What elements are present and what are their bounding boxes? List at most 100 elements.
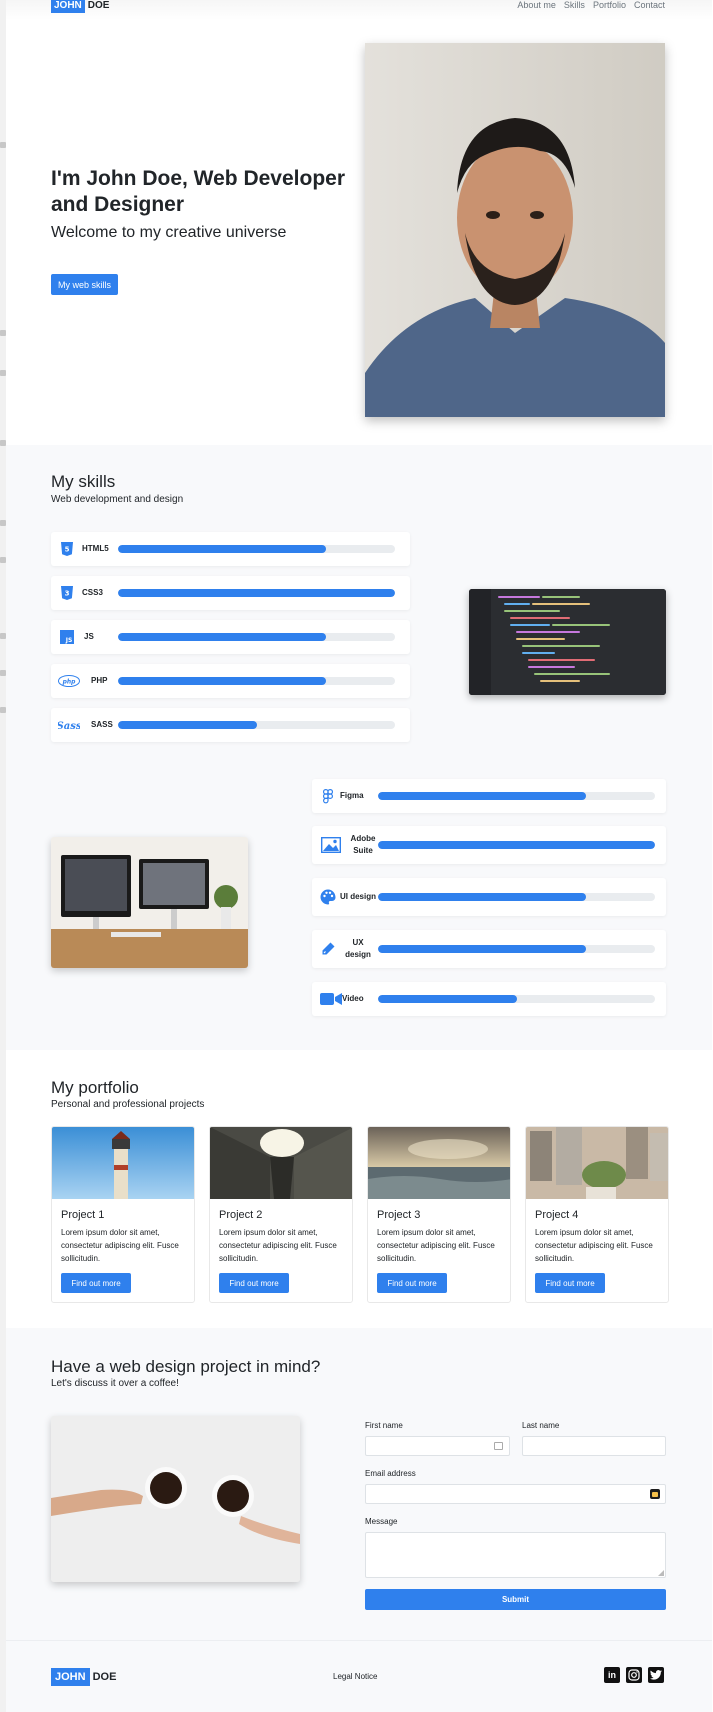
skills-subtitle: Web development and design bbox=[51, 494, 184, 505]
skill-label: Video bbox=[342, 994, 364, 1003]
skill-bar bbox=[378, 792, 655, 800]
svg-text:php: php bbox=[62, 679, 77, 686]
skill-bar-fill bbox=[378, 893, 586, 901]
find-out-more-button[interactable]: Find out more bbox=[219, 1273, 289, 1293]
last-name-input[interactable] bbox=[522, 1436, 666, 1456]
svg-text:JS: JS bbox=[65, 637, 73, 644]
project-card: Project 2 Lorem ipsum dolor sit amet, co… bbox=[209, 1126, 353, 1303]
project-title: Project 3 bbox=[377, 1209, 421, 1221]
skill-label: PHP bbox=[91, 676, 108, 685]
find-out-more-button[interactable]: Find out more bbox=[61, 1273, 131, 1293]
contact-title: Have a web design project in mind? bbox=[51, 1357, 321, 1376]
svg-text:5: 5 bbox=[65, 546, 70, 554]
footer-brand-box: JOHN bbox=[51, 1668, 90, 1686]
project-description: Lorem ipsum dolor sit amet, consectetur … bbox=[535, 1228, 653, 1263]
skill-bar-fill bbox=[378, 995, 517, 1003]
skill-row-ux-design: UX design bbox=[312, 930, 666, 968]
skill-bar bbox=[118, 721, 395, 729]
linkedin-icon[interactable]: in bbox=[604, 1667, 620, 1683]
hero-title: I'm John Doe, Web Developer and Designer bbox=[51, 167, 345, 216]
project-card: Project 1 Lorem ipsum dolor sit amet, co… bbox=[51, 1126, 195, 1303]
skill-bar-fill bbox=[118, 589, 395, 597]
autofill-card-icon bbox=[494, 1442, 503, 1450]
project-image-city bbox=[526, 1127, 668, 1199]
twitter-icon[interactable] bbox=[648, 1667, 664, 1683]
portrait-photo bbox=[365, 43, 665, 417]
project-description: Lorem ipsum dolor sit amet, consectetur … bbox=[219, 1228, 337, 1263]
skill-label: JS bbox=[84, 632, 94, 641]
skill-row-css3: 3 CSS3 bbox=[51, 576, 410, 610]
portfolio-title: My portfolio bbox=[51, 1078, 139, 1097]
nav-link-portfolio[interactable]: Portfolio bbox=[593, 0, 626, 10]
skill-row-ui-design: UI design bbox=[312, 878, 666, 916]
skill-label: Adobe Suite bbox=[350, 834, 376, 855]
js-icon: JS bbox=[59, 629, 75, 645]
php-icon: php bbox=[58, 673, 80, 689]
project-image-sea bbox=[368, 1127, 510, 1199]
skill-bar-fill bbox=[378, 792, 586, 800]
first-name-input[interactable] bbox=[365, 1436, 510, 1456]
instagram-icon[interactable] bbox=[626, 1667, 642, 1683]
nav-link-contact[interactable]: Contact bbox=[634, 0, 665, 10]
nav-link-skills[interactable]: Skills bbox=[564, 0, 585, 10]
skill-row-video: Video bbox=[312, 982, 666, 1016]
figma-icon bbox=[320, 788, 336, 804]
skill-bar bbox=[378, 841, 655, 849]
legal-notice-link[interactable]: Legal Notice bbox=[333, 1672, 377, 1681]
video-camera-icon bbox=[320, 991, 342, 1007]
submit-button[interactable]: Submit bbox=[365, 1589, 666, 1610]
brand-logo[interactable]: JOHN DOE bbox=[51, 0, 109, 13]
project-title: Project 1 bbox=[61, 1209, 105, 1221]
skill-bar-fill bbox=[118, 545, 326, 553]
nav-link-about[interactable]: About me bbox=[517, 0, 556, 10]
project-image-building bbox=[210, 1127, 352, 1199]
email-input[interactable] bbox=[365, 1484, 666, 1504]
project-title: Project 4 bbox=[535, 1209, 579, 1221]
skill-bar bbox=[378, 945, 655, 953]
my-web-skills-button[interactable]: My web skills bbox=[51, 274, 118, 295]
page: JOHN DOE About me Skills Portfolio Conta… bbox=[6, 0, 712, 1712]
skill-row-figma: Figma bbox=[312, 779, 666, 813]
message-label: Message bbox=[365, 1517, 398, 1526]
message-textarea[interactable] bbox=[365, 1532, 666, 1578]
project-image-lighthouse bbox=[52, 1127, 194, 1199]
brand-text: DOE bbox=[87, 0, 110, 11]
navbar: JOHN DOE About me Skills Portfolio Conta… bbox=[6, 0, 712, 20]
html5-icon: 5 bbox=[59, 541, 75, 557]
image-icon bbox=[320, 837, 342, 853]
skills-title: My skills bbox=[51, 472, 116, 491]
svg-text:Sass: Sass bbox=[58, 721, 80, 732]
svg-text:3: 3 bbox=[65, 590, 70, 598]
resize-handle-icon[interactable] bbox=[658, 1570, 664, 1576]
project-card: Project 3 Lorem ipsum dolor sit amet, co… bbox=[367, 1126, 511, 1303]
skill-bar bbox=[118, 545, 395, 553]
skill-row-adobe-suite: Adobe Suite bbox=[312, 826, 666, 864]
last-name-label: Last name bbox=[522, 1421, 560, 1430]
project-description: Lorem ipsum dolor sit amet, consectetur … bbox=[61, 1228, 179, 1263]
skill-bar bbox=[378, 893, 655, 901]
portfolio-subtitle: Personal and professional projects bbox=[51, 1099, 205, 1110]
skill-row-sass: Sass SASS bbox=[51, 708, 410, 742]
palette-icon bbox=[320, 889, 336, 905]
coffee-cups-photo bbox=[51, 1416, 300, 1582]
project-title: Project 2 bbox=[219, 1209, 263, 1221]
pen-icon bbox=[320, 941, 336, 957]
skill-bar-fill bbox=[118, 677, 326, 685]
skill-bar-fill bbox=[378, 841, 655, 849]
skill-bar-fill bbox=[118, 721, 257, 729]
password-manager-icon[interactable] bbox=[650, 1489, 660, 1499]
project-description: Lorem ipsum dolor sit amet, consectetur … bbox=[377, 1228, 495, 1263]
skill-label: CSS3 bbox=[82, 588, 103, 597]
css3-icon: 3 bbox=[59, 585, 75, 601]
skill-label: SASS bbox=[91, 720, 113, 729]
find-out-more-button[interactable]: Find out more bbox=[535, 1273, 605, 1293]
skill-label: HTML5 bbox=[82, 544, 109, 553]
skill-row-php: php PHP bbox=[51, 664, 410, 698]
find-out-more-button[interactable]: Find out more bbox=[377, 1273, 447, 1293]
skill-bar bbox=[378, 995, 655, 1003]
skill-label: Figma bbox=[340, 791, 364, 800]
skill-bar-fill bbox=[378, 945, 586, 953]
project-card: Project 4 Lorem ipsum dolor sit amet, co… bbox=[525, 1126, 669, 1303]
footer-brand-logo[interactable]: JOHN DOE bbox=[51, 1668, 116, 1686]
contact-subtitle: Let's discuss it over a coffee! bbox=[51, 1378, 179, 1389]
